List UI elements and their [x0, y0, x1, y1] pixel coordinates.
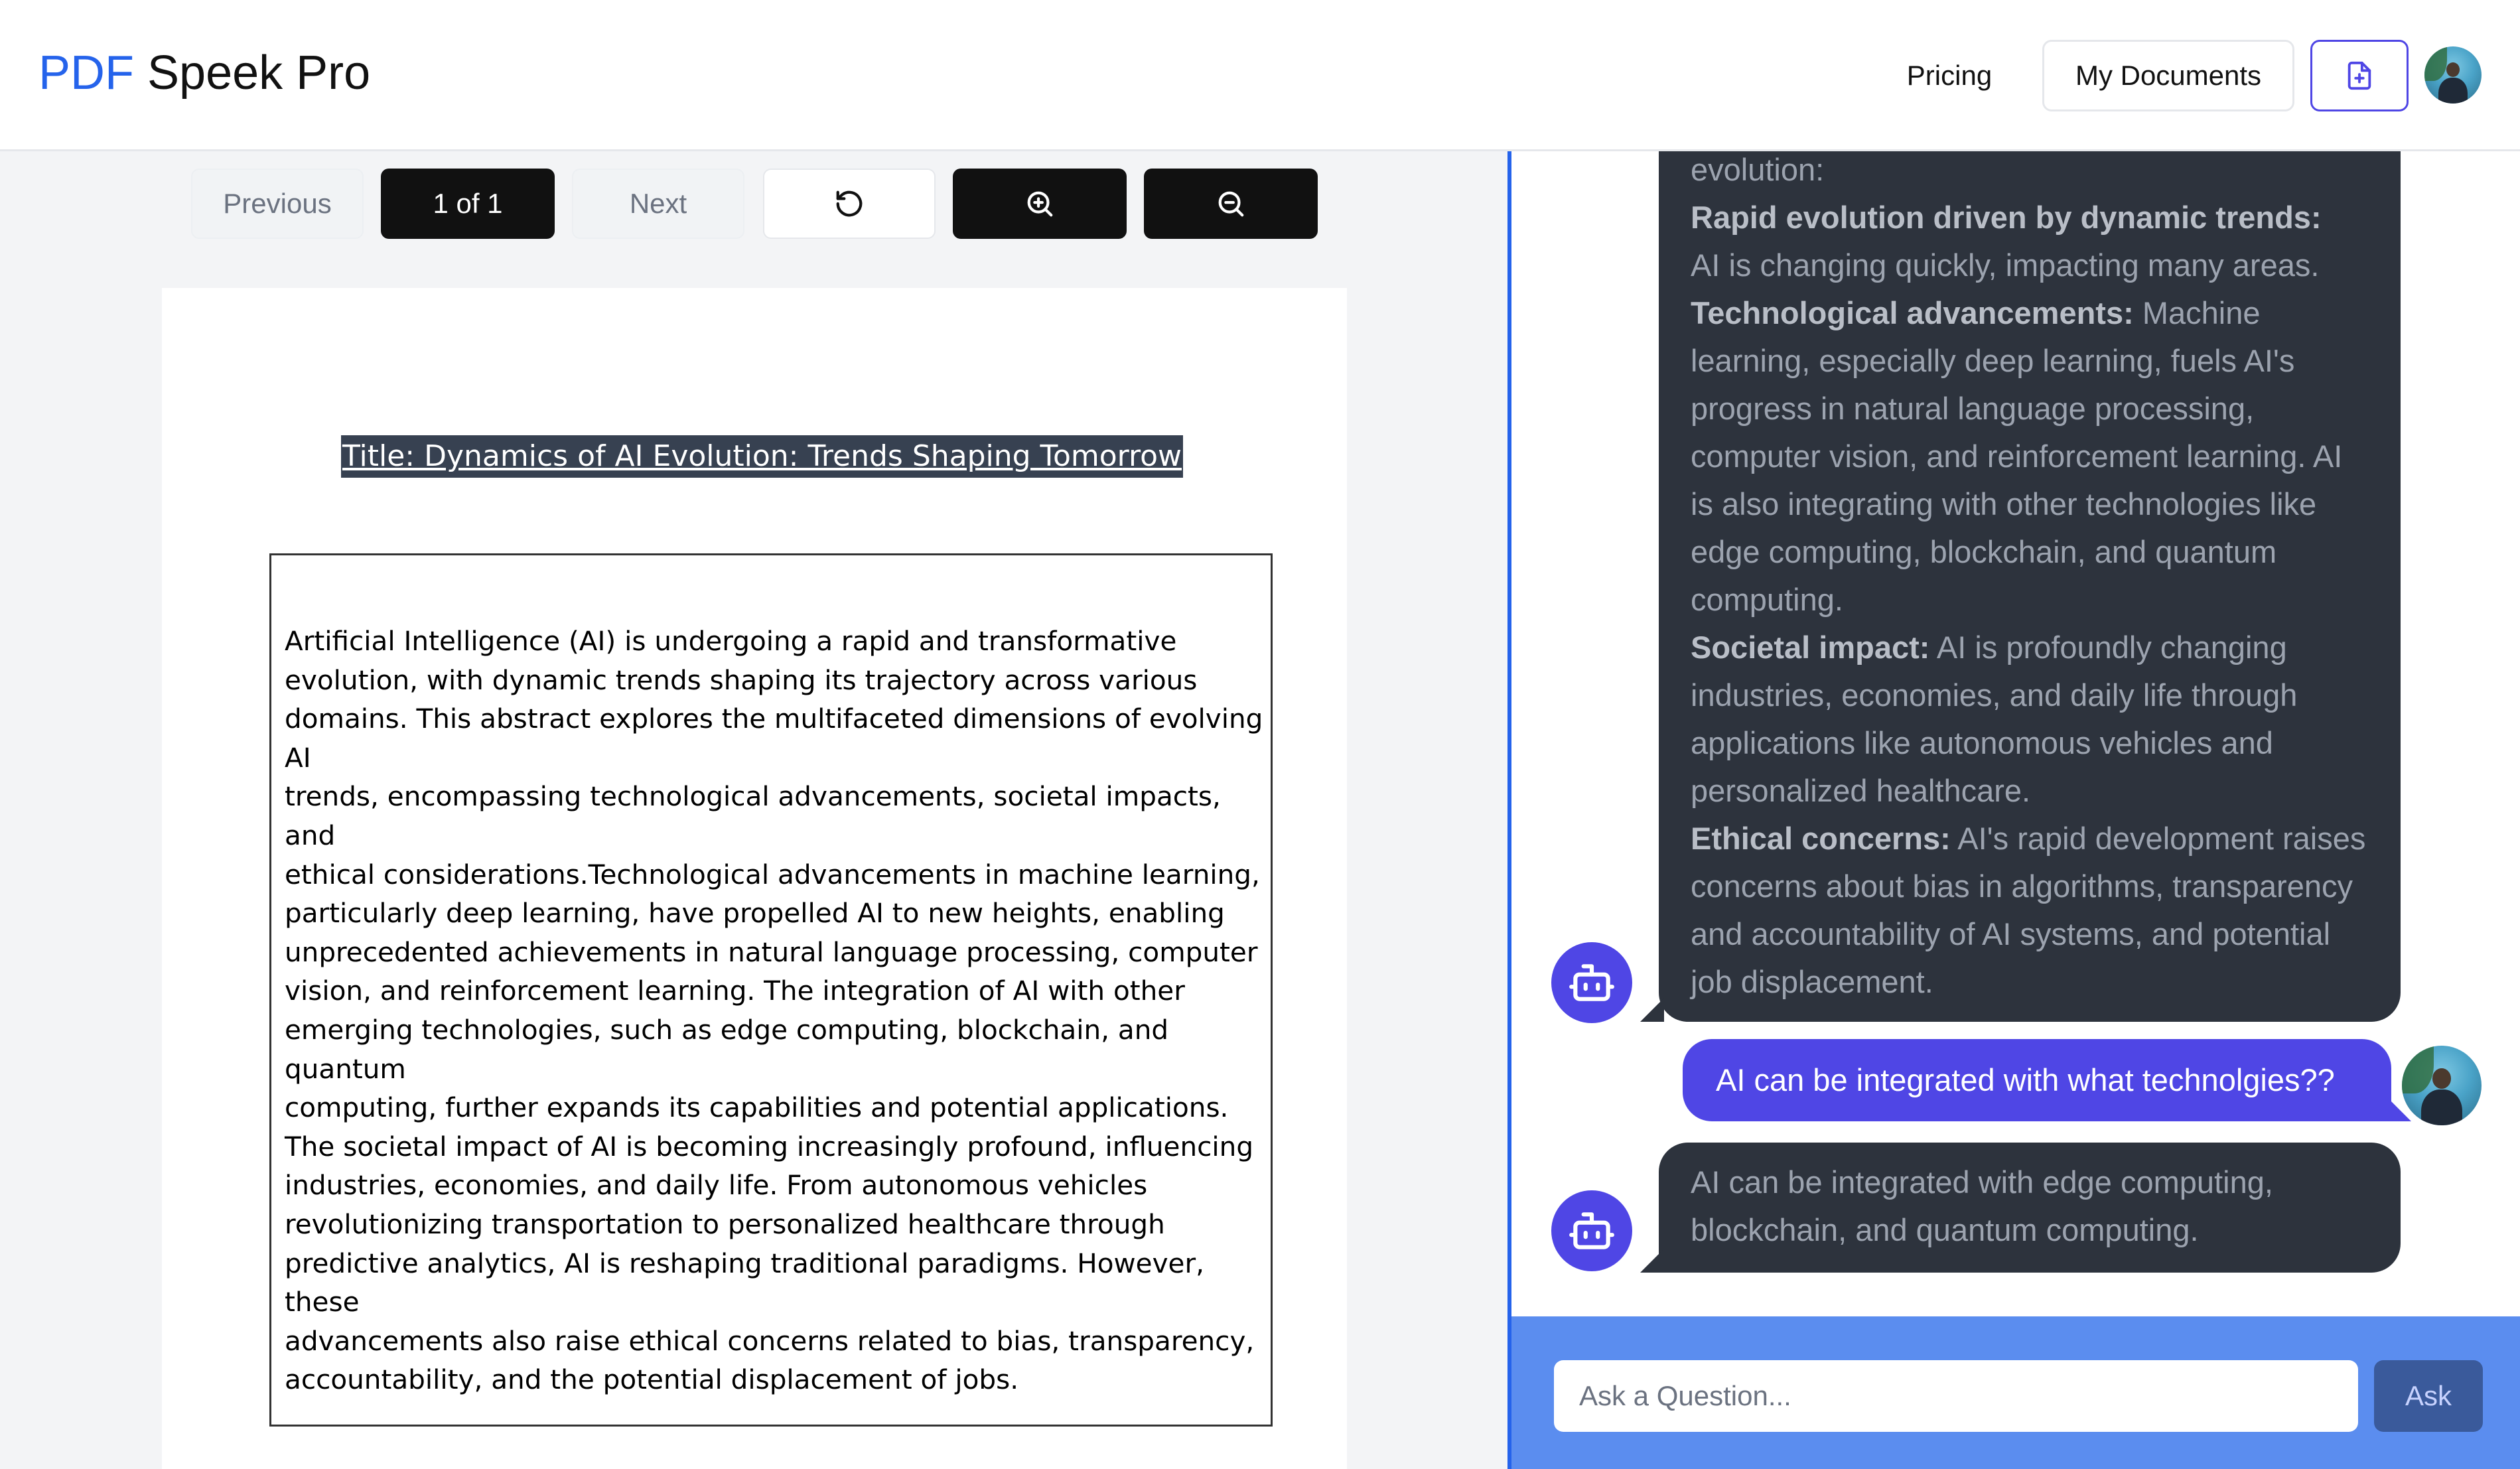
my-documents-button[interactable]: My Documents: [2042, 40, 2294, 111]
ask-bar: Ask: [1511, 1316, 2520, 1469]
pdf-viewer-panel: Previous 1 of 1 Next Title: Dynamics of …: [0, 151, 1507, 1469]
bot-message: AI can be integrated with edge computing…: [1640, 1143, 2401, 1273]
zoom-out-icon: [1218, 191, 1244, 217]
bot-point-heading: Rapid evolution driven by dynamic trends…: [1691, 200, 2322, 235]
pdf-page: Title: Dynamics of AI Evolution: Trends …: [162, 288, 1347, 1469]
bot-avatar: [1551, 942, 1632, 1023]
ask-button[interactable]: Ask: [2374, 1360, 2483, 1432]
page-indicator: 1 of 1: [381, 169, 555, 239]
brand-logo[interactable]: PDF Speek Pro: [38, 40, 370, 106]
bot-point-heading: Technological advancements:: [1691, 295, 2134, 330]
brand-pdf: PDF: [38, 46, 134, 100]
rotate-icon: [836, 190, 863, 217]
zoom-out-button[interactable]: [1144, 169, 1318, 239]
question-input[interactable]: [1554, 1360, 2358, 1432]
abstract-box: Artificial Intelligence (AI) is undergoi…: [269, 553, 1273, 1427]
bot-point-heading: Ethical concerns:: [1691, 821, 1951, 856]
bot-point-text: AI is changing quickly, impacting many a…: [1691, 247, 2320, 283]
bot-message-intro: evolution:: [1691, 152, 1825, 187]
abstract-text: Artificial Intelligence (AI) is undergoi…: [285, 625, 1263, 1396]
bot-point-heading: Societal impact:: [1691, 630, 1930, 665]
rotate-button[interactable]: [763, 169, 936, 239]
bot-avatar: [1551, 1190, 1632, 1271]
pricing-link[interactable]: Pricing: [1890, 40, 2009, 111]
previous-page-button[interactable]: Previous: [191, 169, 364, 239]
user-message-avatar: [2402, 1046, 2482, 1125]
robot-icon: [1569, 1212, 1614, 1249]
document-title: Title: Dynamics of AI Evolution: Trends …: [341, 435, 1183, 478]
zoom-in-icon: [1027, 191, 1053, 217]
bot-point-text: Machine learning, especially deep learni…: [1691, 295, 2343, 617]
zoom-in-button[interactable]: [953, 169, 1127, 239]
user-avatar[interactable]: [2424, 46, 2482, 104]
bot-message-text: AI can be integrated with edge computing…: [1691, 1164, 2273, 1247]
bot-point: Societal impact: AI is profoundly changi…: [1691, 624, 2369, 815]
brand-name: Speek Pro: [134, 46, 371, 100]
bot-message: evolution: Rapid evolution driven by dyn…: [1640, 151, 2401, 1022]
bot-point: Technological advancements: Machine lear…: [1691, 289, 2369, 624]
bot-point: Rapid evolution driven by dynamic trends…: [1691, 194, 2369, 289]
user-message: AI can be integrated with what technolgi…: [1683, 1039, 2411, 1121]
bot-point: Ethical concerns: AI's rapid development…: [1691, 815, 2369, 1006]
file-plus-icon: [2347, 61, 2371, 90]
robot-icon: [1569, 964, 1614, 1001]
user-message-text: AI can be integrated with what technolgi…: [1716, 1062, 2335, 1097]
next-page-button[interactable]: Next: [572, 169, 744, 239]
chat-panel: evolution: Rapid evolution driven by dyn…: [1507, 151, 2520, 1469]
top-navbar: PDF Speek Pro Pricing My Documents: [0, 0, 2520, 151]
upload-document-button[interactable]: [2310, 40, 2409, 111]
